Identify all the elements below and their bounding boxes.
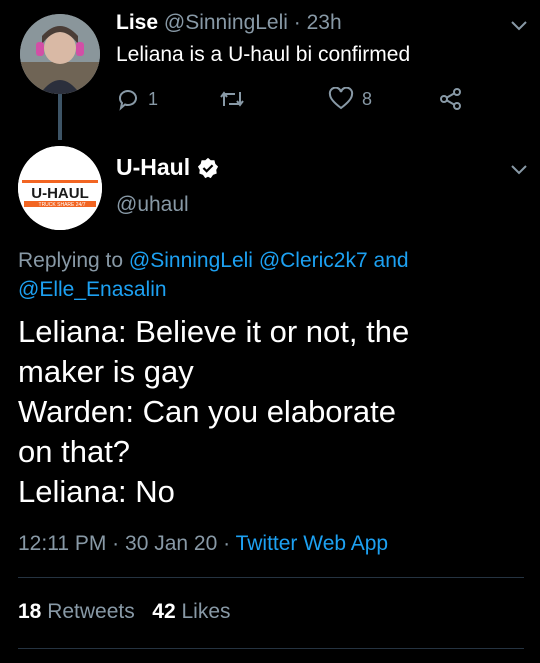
tweet-source[interactable]: Twitter Web App [236, 532, 389, 555]
chevron-down-icon [511, 21, 527, 31]
likes-stat[interactable]: 42 Likes [152, 600, 230, 623]
reply-more-button[interactable] [508, 14, 530, 41]
tweet-author[interactable]: U-Haul [116, 154, 219, 181]
retweet-icon [220, 91, 244, 107]
uhaul-logo-subtext: TRUCK SHARE 24/7 [39, 202, 86, 208]
tweet-author-handle[interactable]: @uhaul [116, 193, 189, 217]
retweet-button[interactable] [218, 84, 246, 114]
tweet-author-name: U-Haul [116, 154, 191, 180]
tweet-line: on that? [18, 434, 131, 469]
reply-separator: · [293, 11, 301, 34]
reply-button[interactable]: 1 [116, 84, 158, 114]
mention-cleric2k7[interactable]: @Cleric2k7 [259, 249, 368, 272]
divider [18, 577, 524, 578]
share-button[interactable] [438, 84, 464, 114]
tweet-line: maker is gay [18, 354, 194, 389]
meta-separator: · [223, 532, 231, 555]
share-icon [440, 88, 461, 110]
uhaul-logo-text: U-HAUL [31, 185, 89, 202]
verified-badge-icon [198, 157, 219, 178]
tweet-line: Leliana: Believe it or not, the [18, 314, 410, 349]
likes-count: 42 [152, 600, 176, 623]
tweet-line: Warden: Can you elaborate [18, 394, 396, 429]
reply-text: Leliana is a U-haul bi confirmed [116, 43, 411, 66]
mention-elle-enasalin[interactable]: @Elle_Enasalin [18, 278, 167, 301]
uhaul-logo: U-HAUL TRUCK SHARE 24/7 [18, 146, 102, 230]
meta-separator: · [112, 532, 120, 555]
replying-to-label: Replying to [18, 249, 124, 272]
reply-timestamp[interactable]: 23h [307, 11, 342, 34]
reply-icon [119, 90, 137, 111]
retweets-stat[interactable]: 18 Retweets [18, 600, 141, 623]
mention-and[interactable]: and [374, 249, 409, 272]
tweet-date[interactable]: 30 Jan 20 [125, 532, 217, 555]
like-button[interactable]: 8 [328, 84, 372, 114]
tweet-time[interactable]: 12:11 PM [18, 532, 106, 555]
reply-action-bar: 1 8 [116, 84, 466, 114]
reply-author-handle[interactable]: @SinningLeli [164, 11, 288, 34]
avatar-photo-icon [20, 14, 100, 94]
retweets-label: Retweets [47, 600, 135, 623]
avatar-uhaul[interactable]: U-HAUL TRUCK SHARE 24/7 [18, 146, 102, 230]
reply-author-name[interactable]: Lise [116, 11, 158, 34]
reply-count: 1 [148, 88, 159, 109]
mention-sinningleli[interactable]: @SinningLeli [129, 249, 253, 272]
replying-to-line: Replying to @SinningLeli @Cleric2k7 and … [18, 246, 518, 304]
divider [18, 648, 524, 649]
heart-icon [328, 87, 354, 110]
likes-label: Likes [181, 600, 231, 623]
tweet-more-button[interactable] [508, 158, 530, 185]
reply-header: Lise @SinningLeli · 23h [116, 10, 342, 36]
retweets-count: 18 [18, 600, 42, 623]
avatar-lise[interactable] [20, 14, 100, 94]
tweet-text: Leliana: Believe it or not, the maker is… [18, 312, 528, 512]
tweet-meta: 12:11 PM · 30 Jan 20 · Twitter Web App [18, 532, 388, 556]
tweet-line: Leliana: No [18, 474, 175, 509]
tweet-stats: 18 Retweets 42 Likes [18, 600, 231, 624]
like-count: 8 [362, 88, 373, 109]
chevron-down-icon [511, 165, 527, 175]
